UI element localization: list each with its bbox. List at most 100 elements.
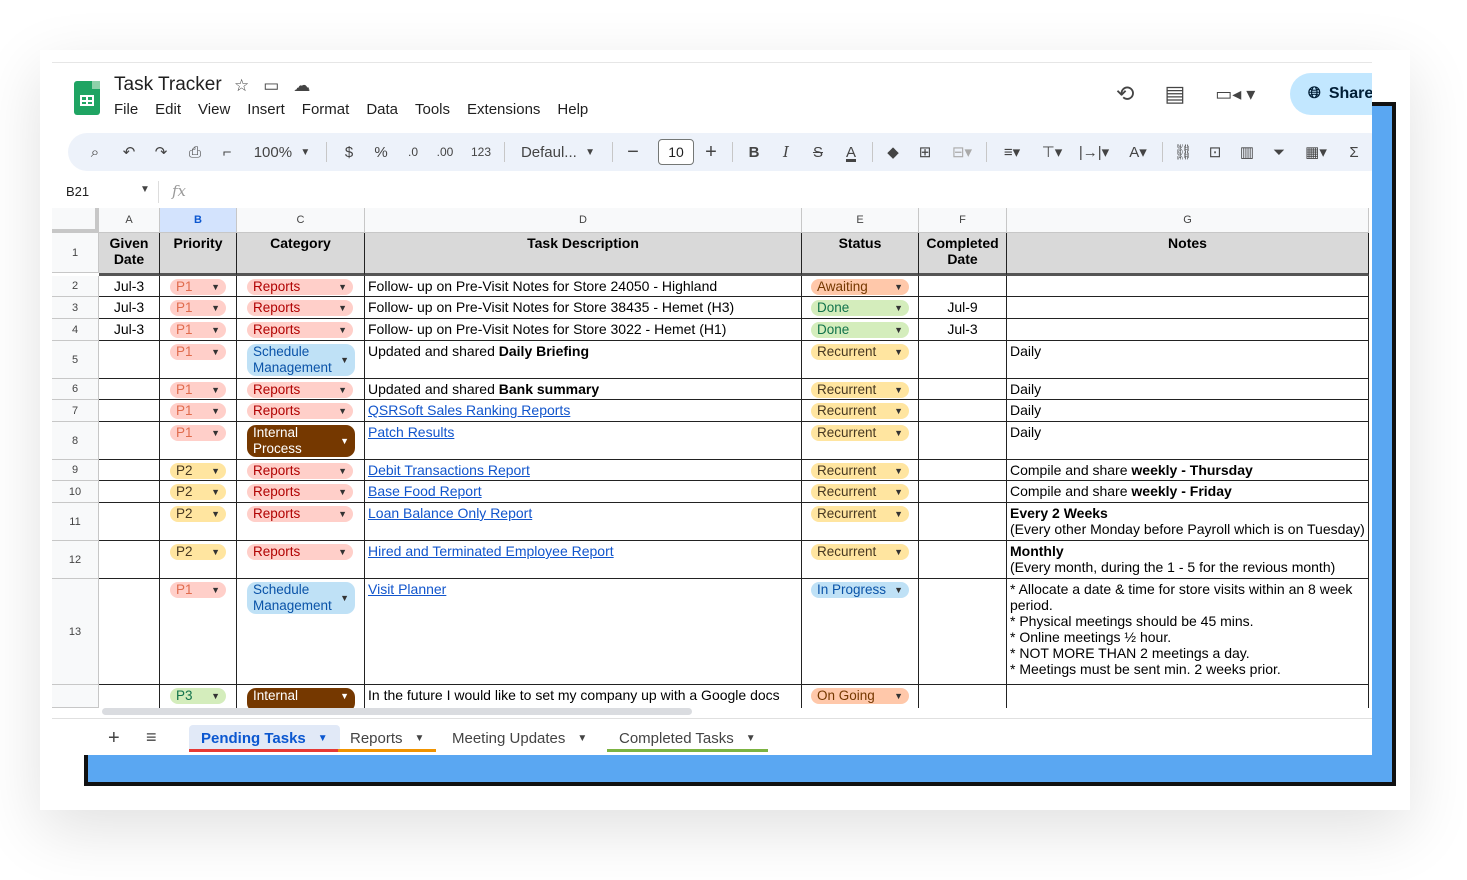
cell-completed-date[interactable]: [919, 379, 1007, 400]
cell-priority[interactable]: P1 ▼: [160, 422, 237, 460]
cell-category[interactable]: Reports ▼: [237, 481, 365, 503]
cell-notes[interactable]: [1007, 319, 1369, 341]
search-icon[interactable]: ⌕: [82, 133, 108, 171]
fill-color-icon[interactable]: ◆: [880, 133, 906, 171]
font-size-input[interactable]: 10: [658, 139, 694, 165]
menu-file[interactable]: File: [114, 101, 138, 118]
tab-meeting-updates[interactable]: Meeting Updates ▼: [440, 725, 599, 751]
cell-given-date[interactable]: [99, 400, 160, 422]
priority-chip[interactable]: P1 ▼: [170, 403, 226, 419]
task-link[interactable]: Loan Balance Only Report: [368, 505, 532, 521]
status-chip[interactable]: Recurrent ▼: [811, 382, 909, 398]
chevron-down-icon[interactable]: ▼: [415, 733, 425, 744]
priority-chip[interactable]: P1 ▼: [170, 382, 226, 398]
priority-chip[interactable]: P1 ▼: [170, 300, 226, 316]
cell-notes[interactable]: [1007, 685, 1369, 708]
decrease-decimal-button[interactable]: .0: [402, 133, 424, 171]
priority-chip[interactable]: P3 ▼: [170, 688, 226, 704]
tab-completed-tasks[interactable]: Completed Tasks ▼: [607, 725, 768, 752]
tab-reports[interactable]: Reports ▼: [338, 725, 437, 752]
row-header[interactable]: 11: [52, 503, 99, 541]
status-chip[interactable]: Recurrent ▼: [811, 506, 909, 522]
status-chip[interactable]: Recurrent ▼: [811, 463, 909, 479]
cell-task-description[interactable]: Debit Transactions Report: [365, 460, 802, 481]
priority-chip[interactable]: P2 ▼: [170, 544, 226, 560]
strikethrough-icon[interactable]: S: [806, 133, 830, 171]
status-chip[interactable]: On Going ▼: [811, 688, 909, 704]
category-chip[interactable]: Reports ▼: [247, 382, 353, 398]
menu-extensions[interactable]: Extensions: [467, 101, 540, 118]
cell-given-date[interactable]: [99, 541, 160, 579]
cell-given-date[interactable]: [99, 685, 160, 708]
borders-icon[interactable]: ⊞: [912, 133, 938, 171]
tab-pending-tasks[interactable]: Pending Tasks ▼: [189, 725, 340, 752]
text-wrap-icon[interactable]: |→|▾: [1074, 133, 1114, 171]
menu-help[interactable]: Help: [557, 101, 588, 118]
row-header[interactable]: 7: [52, 400, 99, 422]
cell-category[interactable]: Reports ▼: [237, 400, 365, 422]
percent-button[interactable]: %: [370, 133, 392, 171]
comment-icon[interactable]: ⊡: [1202, 133, 1228, 171]
priority-chip[interactable]: P2 ▼: [170, 484, 226, 500]
priority-chip[interactable]: P1 ▼: [170, 344, 226, 360]
menu-insert[interactable]: Insert: [247, 101, 285, 118]
cell-priority[interactable]: P1 ▼: [160, 379, 237, 400]
cell-completed-date[interactable]: [919, 460, 1007, 481]
column-header-e[interactable]: E: [802, 208, 919, 233]
task-link[interactable]: Base Food Report: [368, 483, 482, 499]
row-header[interactable]: 3: [52, 297, 99, 319]
align-icon[interactable]: ≡▾: [994, 133, 1030, 171]
cell-notes[interactable]: Daily: [1007, 422, 1369, 460]
cell-category[interactable]: Reports ▼: [237, 276, 365, 297]
chevron-down-icon[interactable]: ▼: [140, 184, 150, 195]
cell-category[interactable]: Reports ▼: [237, 503, 365, 541]
cell-given-date[interactable]: [99, 503, 160, 541]
row-header[interactable]: 8: [52, 422, 99, 460]
cell-priority[interactable]: P1 ▼: [160, 579, 237, 685]
cell-notes[interactable]: Compile and share weekly - Thursday: [1007, 460, 1369, 481]
cloud-status-icon[interactable]: ☁: [293, 76, 310, 96]
status-chip[interactable]: Recurrent ▼: [811, 544, 909, 560]
cell-given-date[interactable]: [99, 341, 160, 379]
cell-priority[interactable]: P1 ▼: [160, 319, 237, 341]
column-header-a[interactable]: A: [99, 208, 160, 233]
cell-completed-date[interactable]: [919, 422, 1007, 460]
chevron-down-icon[interactable]: ▼: [577, 733, 587, 744]
cell-completed-date[interactable]: [919, 400, 1007, 422]
font-size-increase-icon[interactable]: +: [698, 133, 724, 171]
cell-completed-date[interactable]: [919, 685, 1007, 708]
font-size-decrease-icon[interactable]: −: [620, 133, 646, 171]
cell-status[interactable]: Recurrent ▼: [802, 481, 919, 503]
cell-completed-date[interactable]: [919, 541, 1007, 579]
print-icon[interactable]: ⎙: [182, 133, 208, 171]
cell-given-date[interactable]: [99, 422, 160, 460]
cell-completed-date[interactable]: [919, 503, 1007, 541]
name-box[interactable]: B21: [66, 184, 89, 199]
header-completed-date[interactable]: Completed Date: [919, 233, 1007, 276]
category-chip[interactable]: Reports ▼: [247, 403, 353, 419]
chevron-down-icon[interactable]: ▼: [746, 733, 756, 744]
priority-chip[interactable]: P1 ▼: [170, 582, 226, 598]
column-header-b[interactable]: B: [160, 208, 237, 233]
row-header[interactable]: 2: [52, 276, 99, 297]
menu-format[interactable]: Format: [302, 101, 350, 118]
column-header-g[interactable]: G: [1007, 208, 1369, 233]
cell-status[interactable]: Done ▼: [802, 297, 919, 319]
cell-task-description[interactable]: Follow- up on Pre-Visit Notes for Store …: [365, 297, 802, 319]
task-link[interactable]: Debit Transactions Report: [368, 462, 530, 478]
cell-priority[interactable]: P2 ▼: [160, 541, 237, 579]
column-header-d[interactable]: D: [365, 208, 802, 233]
menu-data[interactable]: Data: [366, 101, 398, 118]
row-header[interactable]: 4: [52, 319, 99, 341]
cell-priority[interactable]: P2 ▼: [160, 460, 237, 481]
cell-completed-date[interactable]: [919, 579, 1007, 685]
cell-priority[interactable]: P2 ▼: [160, 503, 237, 541]
status-chip[interactable]: Recurrent ▼: [811, 484, 909, 500]
cell-task-description[interactable]: Follow- up on Pre-Visit Notes for Store …: [365, 319, 802, 341]
row-header[interactable]: 1: [52, 233, 99, 273]
cell-status[interactable]: Recurrent ▼: [802, 400, 919, 422]
status-chip[interactable]: Done ▼: [811, 300, 909, 316]
menu-tools[interactable]: Tools: [415, 101, 450, 118]
task-link[interactable]: Patch Results: [368, 424, 454, 440]
horizontal-scrollbar[interactable]: [102, 708, 692, 715]
